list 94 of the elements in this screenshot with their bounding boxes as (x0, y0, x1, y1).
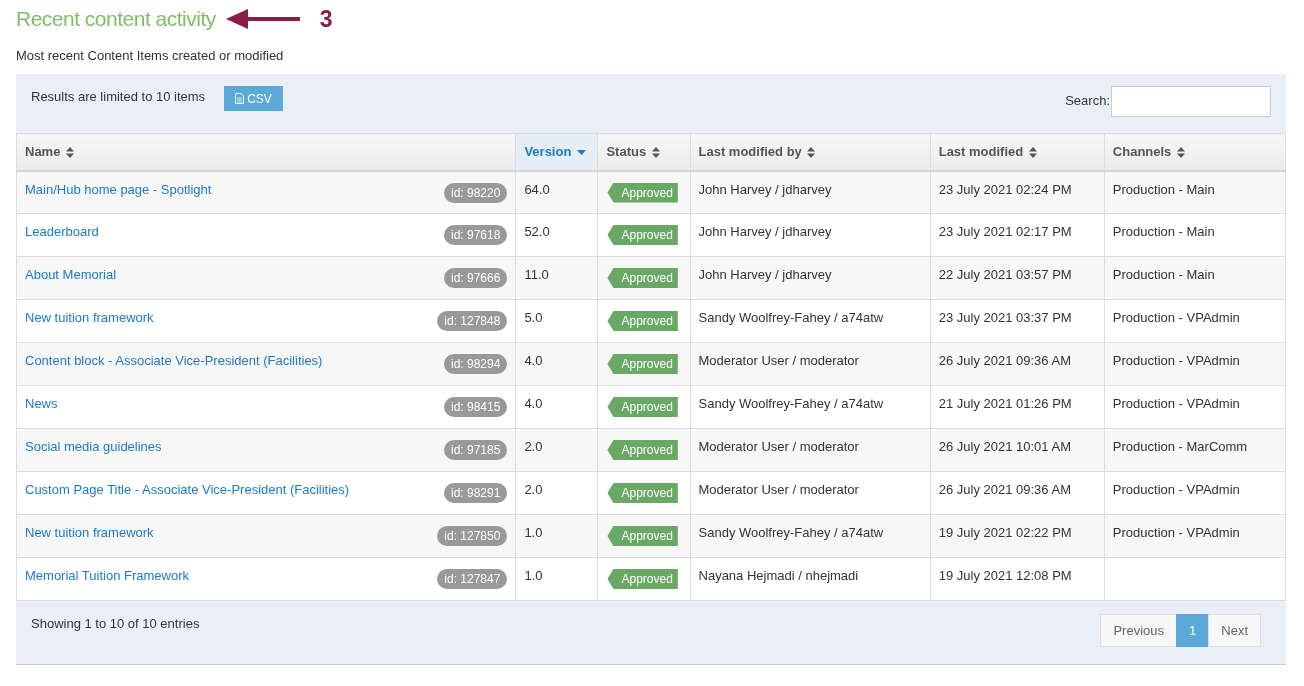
content-item-link[interactable]: Leaderboard (25, 224, 99, 239)
content-item-link[interactable]: New tuition framework (25, 310, 154, 325)
modified-by-text: Sandy Woolfrey-Fahey / a74atw (698, 396, 884, 411)
id-badge: id: 97618 (444, 225, 508, 245)
column-header[interactable]: Last modified by (690, 133, 931, 171)
id-badge: id: 98294 (444, 354, 508, 374)
channel-text: Production - VPAdmin (1112, 396, 1240, 411)
content-item-link[interactable]: About Memorial (25, 267, 117, 282)
modified-date-text: 26 July 2021 10:01 AM (938, 439, 1071, 454)
column-header[interactable]: Status (597, 133, 690, 171)
version-text: 5.0 (524, 310, 543, 325)
id-badge: id: 127848 (437, 311, 508, 331)
content-item-link[interactable]: Social media guidelines (25, 439, 162, 454)
annotation-arrow-icon (225, 9, 300, 29)
status-tag: Approved (607, 526, 678, 546)
version-text: 64.0 (524, 181, 550, 197)
modified-by-text: Moderator User / moderator (698, 482, 859, 497)
modified-date-text: 22 July 2021 03:57 PM (938, 267, 1072, 282)
status-tag: Approved (607, 354, 678, 374)
column-header[interactable]: Name (16, 133, 516, 171)
sort-icon (66, 147, 75, 159)
modified-date-text: 23 July 2021 02:17 PM (938, 224, 1072, 239)
id-badge: id: 98291 (444, 483, 508, 503)
pagination-button[interactable]: Next (1208, 614, 1261, 647)
version-text: 2.0 (524, 482, 543, 497)
csv-export-button[interactable]: CSV (224, 86, 283, 111)
modified-by-text: Moderator User / moderator (698, 353, 859, 368)
channel-text: Production - Main (1112, 267, 1215, 282)
modified-by-text: John Harvey / jdharvey (698, 267, 832, 282)
modified-by-text: John Harvey / jdharvey (698, 181, 832, 197)
pagination-button[interactable]: Previous (1100, 614, 1178, 647)
column-header[interactable]: Last modified (930, 133, 1105, 171)
channel-text: Production - VPAdmin (1112, 353, 1240, 368)
modified-by-text: Moderator User / moderator (698, 439, 859, 454)
channel-text: Production - VPAdmin (1112, 482, 1240, 497)
status-tag: Approved (607, 440, 678, 460)
sort-icon (807, 147, 816, 159)
version-text: 1.0 (524, 525, 543, 540)
column-header[interactable]: Version (515, 133, 598, 171)
version-text: 4.0 (524, 396, 543, 411)
modified-date-text: 23 July 2021 02:24 PM (938, 181, 1072, 197)
page-subtitle: Most recent Content Items created or modified (16, 48, 285, 63)
status-tag: Approved (607, 225, 678, 245)
modified-date-text: 23 July 2021 03:37 PM (938, 310, 1072, 325)
content-item-link[interactable]: Content block - Associate Vice-President (Facilities) (25, 353, 323, 368)
modified-date-text: 19 July 2021 02:22 PM (938, 525, 1072, 540)
modified-by-text: Nayana Hejmadi / nhejmadi (698, 568, 859, 583)
modified-date-text: 26 July 2021 09:36 AM (938, 353, 1071, 368)
pagination-button[interactable]: 1 (1176, 614, 1210, 647)
modified-date-text: 19 July 2021 12:08 PM (938, 568, 1072, 583)
status-tag: Approved (607, 311, 678, 331)
entries-info-text: Showing 1 to 10 of 10 entries (31, 616, 200, 631)
status-tag: Approved (607, 397, 678, 417)
annotation-number: 3 (319, 5, 333, 33)
content-item-link[interactable]: Custom Page Title - Associate Vice-President (Facilities) (25, 482, 350, 497)
status-tag: Approved (607, 268, 678, 288)
modified-date-text: 26 July 2021 09:36 AM (938, 482, 1071, 497)
column-header[interactable]: Channels (1104, 133, 1286, 171)
id-badge: id: 127847 (437, 569, 508, 589)
search-label: Search: (1065, 93, 1110, 108)
version-text: 4.0 (524, 353, 543, 368)
status-tag: Approved (607, 569, 678, 589)
channel-text: Production - VPAdmin (1112, 525, 1240, 540)
sort-icon (651, 147, 660, 159)
version-text: 11.0 (524, 267, 549, 282)
modified-by-text: Sandy Woolfrey-Fahey / a74atw (698, 310, 884, 325)
sort-icon (1176, 147, 1185, 159)
modified-by-text: Sandy Woolfrey-Fahey / a74atw (698, 525, 884, 540)
channel-text: Production - VPAdmin (1112, 310, 1240, 325)
id-badge: id: 98415 (444, 397, 508, 417)
sort-icon (1028, 147, 1037, 159)
version-text: 2.0 (524, 439, 543, 454)
sort-descending-icon (576, 150, 586, 156)
content-item-link[interactable]: New tuition framework (25, 525, 154, 540)
results-limit-text: Results are limited to 10 items (31, 89, 206, 104)
content-item-link[interactable]: Main/Hub home page - Spotlight (25, 181, 212, 197)
channel-text: Production - Main (1112, 224, 1215, 239)
version-text: 1.0 (524, 568, 543, 583)
status-tag: Approved (607, 483, 678, 503)
page-heading: Recent content activity (16, 7, 216, 31)
id-badge: id: 127850 (437, 526, 508, 546)
channel-text: Production - MarComm (1112, 439, 1248, 454)
modified-date-text: 21 July 2021 01:26 PM (938, 396, 1072, 411)
search-field[interactable] (1111, 86, 1271, 117)
id-badge: id: 98220 (444, 182, 508, 203)
channel-text: Production - Main (1112, 181, 1215, 197)
content-item-link[interactable]: News (25, 396, 58, 411)
id-badge: id: 97185 (444, 440, 508, 460)
content-item-link[interactable]: Memorial Tuition Framework (25, 568, 189, 583)
document-icon (235, 93, 245, 104)
status-tag: Approved (607, 182, 678, 203)
modified-by-text: John Harvey / jdharvey (698, 224, 832, 239)
id-badge: id: 97666 (444, 268, 508, 288)
version-text: 52.0 (524, 224, 550, 239)
